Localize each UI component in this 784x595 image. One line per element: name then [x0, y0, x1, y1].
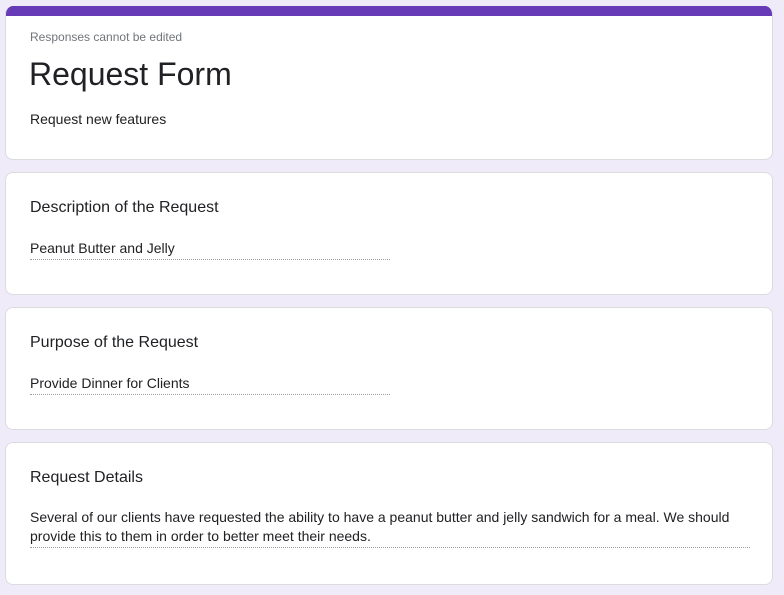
responses-notice: Responses cannot be edited: [30, 30, 183, 44]
question-card-purpose: Purpose of the Request Provide Dinner fo…: [5, 307, 773, 430]
answer-field: Several of our clients have requested th…: [30, 508, 750, 548]
question-title: Description of the Request: [30, 199, 219, 216]
question-card-description: Description of the Request Peanut Butter…: [5, 172, 773, 295]
answer-field: Provide Dinner for Clients: [30, 373, 390, 395]
answer-field: Peanut Butter and Jelly: [30, 238, 390, 260]
question-title: Request Details: [30, 469, 143, 486]
form-title: Request Form: [29, 56, 232, 92]
form-header-card: Responses cannot be edited Request Form …: [5, 6, 773, 160]
accent-band: [6, 6, 772, 16]
question-card-details: Request Details Several of our clients h…: [5, 442, 773, 585]
form-description: Request new features: [30, 111, 167, 127]
question-title: Purpose of the Request: [30, 334, 199, 351]
